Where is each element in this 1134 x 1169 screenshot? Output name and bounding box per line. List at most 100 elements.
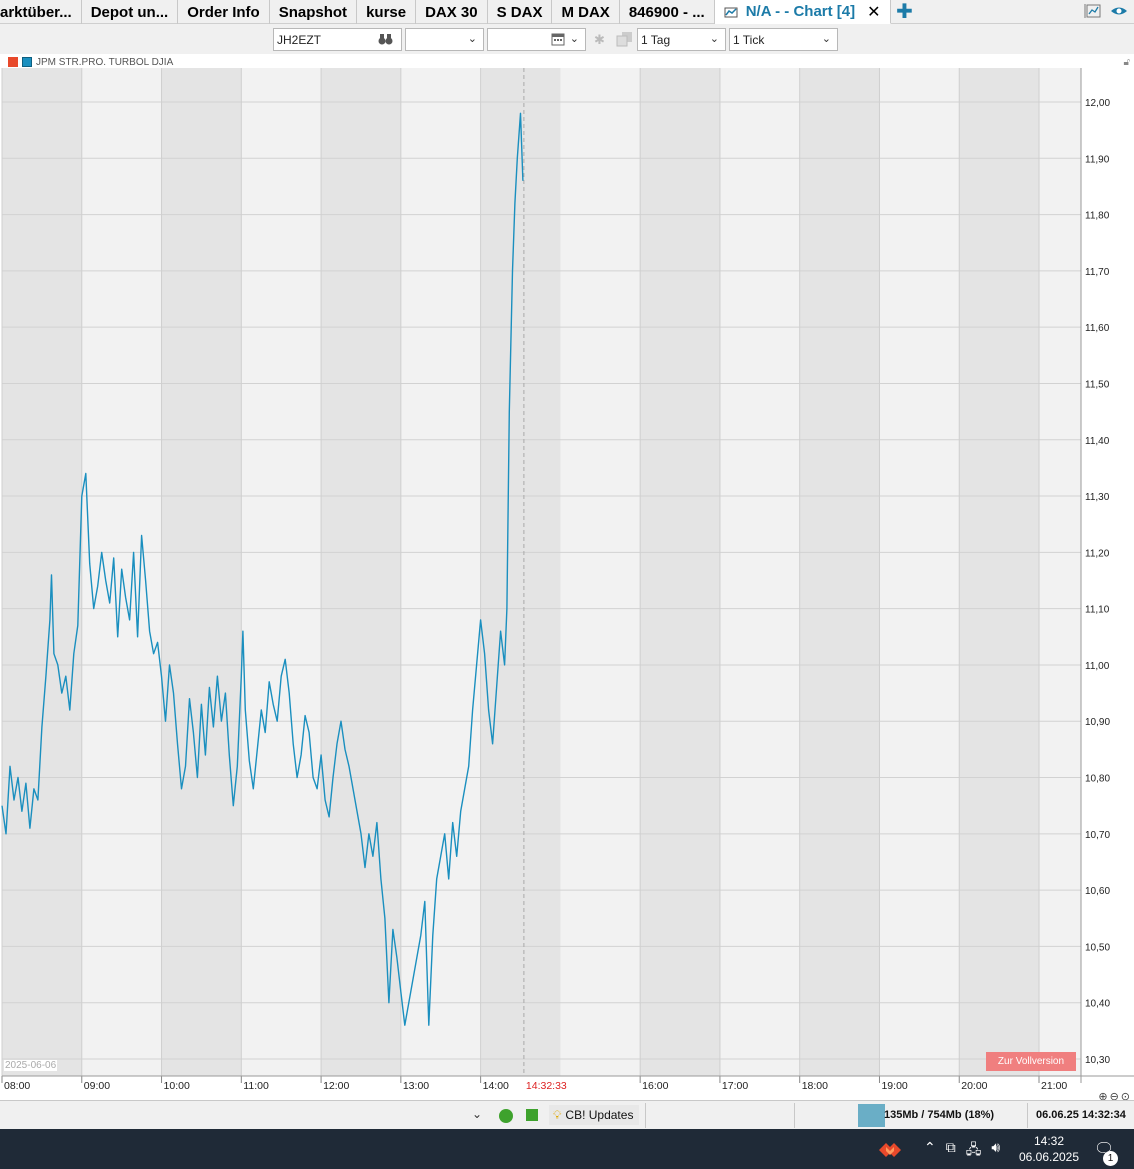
updates-label: CB! Updates [565, 1108, 634, 1122]
tab-label: Snapshot [278, 3, 348, 21]
interval-value: 1 Tick [733, 32, 765, 47]
tab-order-info[interactable]: Order Info [178, 0, 270, 24]
tab-depot[interactable]: Depot un... [82, 0, 179, 24]
y-tick-label: 11,80 [1085, 211, 1110, 222]
status-datetime: 06.06.25 14:32:34 [1036, 1109, 1126, 1121]
settings-icon[interactable]: ✱ [594, 32, 605, 48]
exchange-select[interactable]: ⌄ [405, 28, 484, 51]
tab-label: arktüber... [0, 3, 72, 21]
date-picker[interactable]: ⌄ [487, 28, 586, 51]
y-tick-label: 10,30 [1085, 1055, 1110, 1066]
tab-marktuebersicht[interactable]: arktüber... [0, 0, 82, 24]
y-tick-label: 11,90 [1085, 154, 1110, 165]
x-tick-label: 18:00 [802, 1080, 828, 1092]
divider [645, 1103, 646, 1128]
hour-band [640, 68, 720, 1076]
y-tick-label: 11,20 [1085, 548, 1110, 559]
chart-toolbar: JH2EZT ⌄ ⌄ ✱ 1 Tag ⌄ 1 Tick ⌄ [0, 24, 1134, 54]
windows-taskbar: ⌃ ⧉ 🖧︎ 🔊︎ 14:32 06.06.2025 🗨︎ 1 [0, 1129, 1134, 1169]
y-tick-label: 12,00 [1085, 98, 1110, 109]
clock-time: 14:32 [1033, 1134, 1065, 1148]
chevron-down-icon: ⌄ [467, 33, 477, 45]
updates-button[interactable]: 💡︎ CB! Updates [549, 1105, 640, 1125]
series-color-swatch [22, 57, 32, 67]
close-tab-icon[interactable]: ✕ [867, 2, 880, 22]
system-tray: ⌃ ⧉ 🖧︎ 🔊︎ [924, 1139, 1000, 1163]
compare-icon[interactable] [616, 31, 634, 52]
y-tick-label: 11,00 [1085, 661, 1110, 672]
interval-select[interactable]: 1 Tick ⌄ [729, 28, 838, 51]
tab-label: kurse [366, 3, 407, 21]
clock-date: 06.06.2025 [1018, 1150, 1080, 1164]
x-tick-label: 08:00 [4, 1080, 30, 1092]
hour-band [2, 68, 82, 1076]
notification-count: 1 [1103, 1151, 1118, 1166]
y-tick-label: 11,10 [1085, 605, 1110, 616]
tab-bar-tools [1084, 3, 1128, 24]
symbol-input[interactable]: JH2EZT [273, 28, 402, 51]
taskbar-clock[interactable]: 14:32 06.06.2025 [1010, 1133, 1088, 1165]
x-tick-label: 09:00 [84, 1080, 110, 1092]
tab-846900[interactable]: 846900 - ... [620, 0, 715, 24]
binoculars-icon[interactable] [377, 32, 395, 49]
tab-chart[interactable]: N/A - - Chart [4] ✕ [714, 0, 891, 24]
app-tray-icon[interactable] [878, 1140, 902, 1163]
warning-icon[interactable] [8, 57, 18, 67]
tab-label: Depot un... [90, 3, 169, 21]
hour-band [161, 68, 242, 1076]
x-tick-label: 19:00 [881, 1080, 907, 1092]
y-tick-label: 10,90 [1085, 717, 1110, 728]
connection-status-icon [499, 1109, 513, 1123]
full-version-label: Zur Vollversion [997, 1056, 1065, 1067]
price-chart[interactable]: 12,00 11,90 11,80 11,70 11,60 11,50 11,40 11,30… [0, 54, 1134, 1100]
divider [794, 1103, 795, 1128]
tab-label: M DAX [561, 3, 610, 21]
chart-area[interactable]: 12,00 11,90 11,80 11,70 11,60 11,50 11,40 11,30… [0, 54, 1134, 1103]
x-tick-label: 12:00 [323, 1080, 349, 1092]
tab-mdax[interactable]: M DAX [552, 0, 620, 24]
chart-legend: JPM STR.PRO. TURBOL DJIA [8, 56, 173, 68]
x-tick-label: 14:00 [483, 1080, 509, 1092]
y-tick-label: 10,40 [1085, 999, 1110, 1010]
network-icon[interactable]: 🖧︎ [966, 1139, 982, 1163]
full-version-button[interactable]: Zur Vollversion [986, 1052, 1076, 1071]
lightbulb-icon: 💡︎ [553, 1107, 562, 1122]
chevron-down-icon: ⌄ [709, 33, 719, 45]
x-tick-label: 17:00 [722, 1080, 748, 1092]
y-tick-label: 11,40 [1085, 436, 1110, 447]
tab-snapshot[interactable]: Snapshot [270, 0, 358, 24]
y-tick-label: 10,70 [1085, 830, 1110, 841]
x-tick-label: 10:00 [164, 1080, 190, 1092]
x-tick-label: 13:00 [403, 1080, 429, 1092]
eye-icon[interactable] [1110, 3, 1128, 24]
period-value: 1 Tag [641, 32, 671, 47]
tab-dax30[interactable]: DAX 30 [416, 0, 488, 24]
chevron-down-icon[interactable]: ⌄ [472, 1107, 482, 1121]
chevron-up-icon[interactable]: ⌃ [924, 1139, 936, 1163]
chevron-down-icon: ⌄ [821, 33, 831, 45]
current-time-label: 14:32:33 [526, 1080, 567, 1092]
hour-band [799, 68, 880, 1076]
memory-usage-bar [858, 1104, 885, 1127]
y-tick-label: 11,30 [1085, 492, 1110, 503]
y-tick-label: 10,80 [1085, 774, 1110, 785]
hour-band [321, 68, 401, 1076]
period-select[interactable]: 1 Tag ⌄ [637, 28, 726, 51]
lock-icon[interactable]: 🔓︎ [1124, 57, 1130, 68]
tab-label: N/A - - Chart [4] [745, 3, 856, 20]
hour-band [959, 68, 1040, 1076]
memory-usage: 135Mb / 754Mb (18%) [884, 1109, 995, 1121]
tab-sdax[interactable]: S DAX [488, 0, 553, 24]
x-tick-label: 11:00 [243, 1080, 269, 1092]
tab-label: 846900 - ... [628, 3, 705, 21]
date-stamp: 2025-06-06 [4, 1060, 58, 1071]
layout-icon[interactable] [1084, 3, 1102, 24]
add-tab-button[interactable]: ✚ [891, 0, 919, 23]
calendar-icon[interactable] [551, 32, 565, 49]
tab-label: S DAX [496, 3, 543, 21]
volume-icon[interactable]: 🔊︎ [991, 1139, 1000, 1163]
data-status-icon [526, 1109, 538, 1121]
tab-kurse[interactable]: kurse [357, 0, 417, 24]
x-tick-label: 20:00 [961, 1080, 987, 1092]
device-icon[interactable]: ⧉ [946, 1139, 956, 1163]
